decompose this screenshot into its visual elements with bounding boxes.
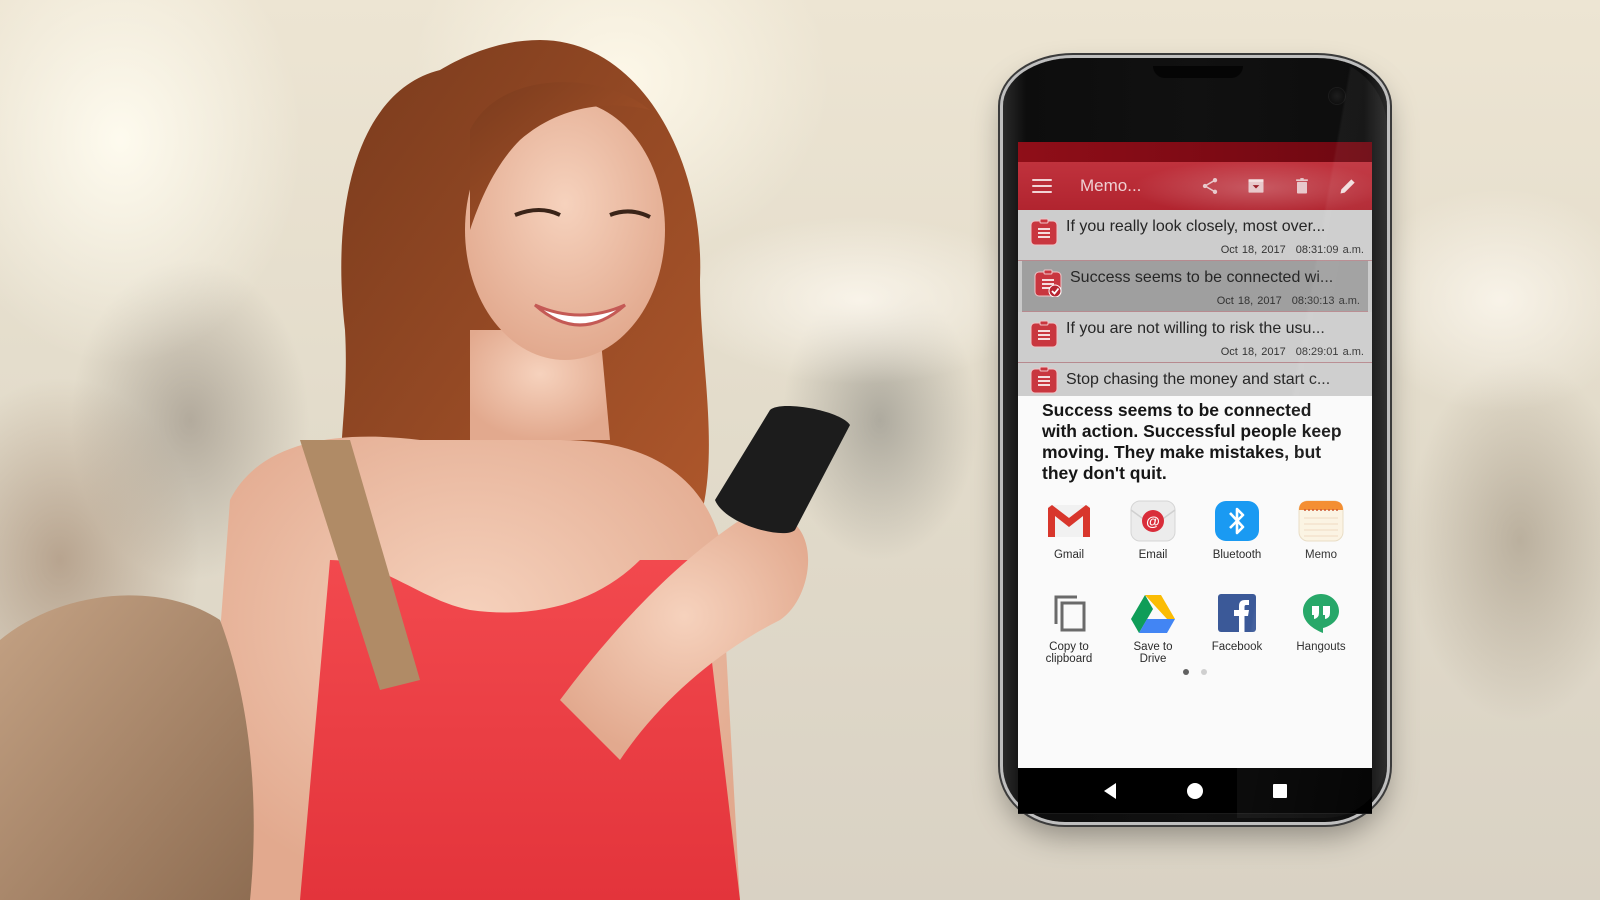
memo-time: 08:29:01 a.m. bbox=[1295, 346, 1364, 358]
memo-title: Stop chasing the money and start c... bbox=[1066, 371, 1331, 388]
memo-clipboard-icon bbox=[1030, 366, 1058, 394]
android-nav-bar bbox=[1018, 768, 1372, 814]
woman-photo bbox=[0, 0, 960, 900]
memo-list-item[interactable]: Stop chasing the money and start c... bbox=[1018, 363, 1372, 396]
memo-date: Oct 18, 2017 bbox=[1220, 346, 1286, 358]
memo-clipboard-icon bbox=[1030, 320, 1058, 348]
share-button[interactable] bbox=[1198, 174, 1222, 198]
share-sheet: Gmail @ Email Bluetooth Memo Copy to cli… bbox=[1018, 491, 1372, 667]
delete-button[interactable] bbox=[1290, 174, 1314, 198]
share-target-hangouts[interactable]: Hangouts bbox=[1279, 589, 1363, 667]
memo-clipboard-icon bbox=[1030, 218, 1058, 246]
nav-recents-button[interactable] bbox=[1269, 780, 1291, 802]
share-pager-dots bbox=[1018, 669, 1372, 675]
google-drive-icon bbox=[1131, 595, 1175, 633]
hangouts-icon bbox=[1303, 594, 1339, 633]
svg-text:@: @ bbox=[1146, 513, 1160, 529]
phone-speaker-notch bbox=[1153, 66, 1243, 78]
memo-list-item[interactable]: If you are not willing to risk the usu..… bbox=[1018, 312, 1372, 363]
recents-square-icon bbox=[1272, 783, 1287, 798]
memo-timestamp: Oct 18, 2017 08:29:01 a.m. bbox=[1221, 346, 1364, 358]
archive-icon bbox=[1248, 179, 1264, 193]
pager-dot-2[interactable] bbox=[1201, 669, 1207, 675]
share-label: Email bbox=[1138, 549, 1168, 561]
memo-date: Oct 18, 2017 bbox=[1220, 244, 1286, 256]
share-target-memo[interactable]: Memo bbox=[1279, 497, 1363, 575]
memo-title: If you are not willing to risk the usu..… bbox=[1066, 320, 1325, 337]
memo-title: Success seems to be connected wi... bbox=[1070, 269, 1334, 286]
share-label: Gmail bbox=[1053, 549, 1085, 561]
memo-notepad-icon bbox=[1298, 500, 1344, 542]
bluetooth-icon bbox=[1215, 501, 1259, 541]
gmail-icon bbox=[1048, 505, 1090, 537]
trash-icon bbox=[1296, 178, 1308, 194]
back-triangle-icon bbox=[1104, 782, 1117, 799]
copy-icon bbox=[1054, 595, 1086, 632]
front-camera bbox=[1329, 88, 1345, 104]
memo-time: 08:30:13 a.m. bbox=[1291, 295, 1360, 307]
memo-list-item[interactable]: If you really look closely, most over...… bbox=[1018, 210, 1372, 261]
pencil-icon bbox=[1340, 179, 1355, 194]
share-target-bluetooth[interactable]: Bluetooth bbox=[1195, 497, 1279, 575]
share-target-gmail[interactable]: Gmail bbox=[1027, 497, 1111, 575]
app-toolbar: Memo... bbox=[1018, 162, 1372, 210]
memo-time: 08:31:09 a.m. bbox=[1295, 244, 1364, 256]
share-target-google-drive[interactable]: Save to Drive bbox=[1111, 589, 1195, 667]
memo-timestamp: Oct 18, 2017 08:30:13 a.m. bbox=[1217, 295, 1360, 307]
share-icon bbox=[1202, 178, 1218, 194]
facebook-icon bbox=[1218, 594, 1256, 632]
hamburger-menu-icon[interactable] bbox=[1032, 179, 1052, 193]
share-label: Memo bbox=[1305, 549, 1337, 561]
share-label: Facebook bbox=[1211, 641, 1263, 653]
status-bar bbox=[1018, 142, 1372, 162]
nav-back-button[interactable] bbox=[1099, 780, 1121, 802]
app-title: Memo... bbox=[1080, 176, 1142, 195]
share-label: Copy to clipboard bbox=[1045, 641, 1093, 665]
share-target-copy-clipboard[interactable]: Copy to clipboard bbox=[1027, 589, 1111, 667]
share-label: Save to Drive bbox=[1133, 641, 1173, 665]
share-label: Bluetooth bbox=[1212, 549, 1262, 561]
memo-list: If you really look closely, most over...… bbox=[1018, 210, 1372, 396]
memo-date: Oct 18, 2017 bbox=[1216, 295, 1282, 307]
email-icon: @ bbox=[1130, 500, 1176, 542]
nav-home-button[interactable] bbox=[1184, 780, 1206, 802]
pager-dot-1[interactable] bbox=[1183, 669, 1189, 675]
phone-screen: Memo... If you really look closely, most… bbox=[1018, 142, 1372, 768]
phone-mockup: Memo... If you really look closely, most… bbox=[1003, 58, 1387, 822]
archive-button[interactable] bbox=[1244, 174, 1268, 198]
share-target-email[interactable]: @ Email bbox=[1111, 497, 1195, 575]
memo-clipboard-checked-icon bbox=[1034, 269, 1062, 297]
edit-button[interactable] bbox=[1336, 174, 1360, 198]
home-circle-icon bbox=[1186, 782, 1203, 799]
memo-preview-text: Success seems to be connected with actio… bbox=[1042, 400, 1342, 483]
share-label: Hangouts bbox=[1296, 641, 1346, 653]
memo-timestamp: Oct 18, 2017 08:31:09 a.m. bbox=[1221, 244, 1364, 256]
memo-list-item-selected[interactable]: Success seems to be connected wi... Oct … bbox=[1022, 261, 1368, 312]
share-target-facebook[interactable]: Facebook bbox=[1195, 589, 1279, 667]
memo-title: If you really look closely, most over... bbox=[1066, 218, 1326, 235]
